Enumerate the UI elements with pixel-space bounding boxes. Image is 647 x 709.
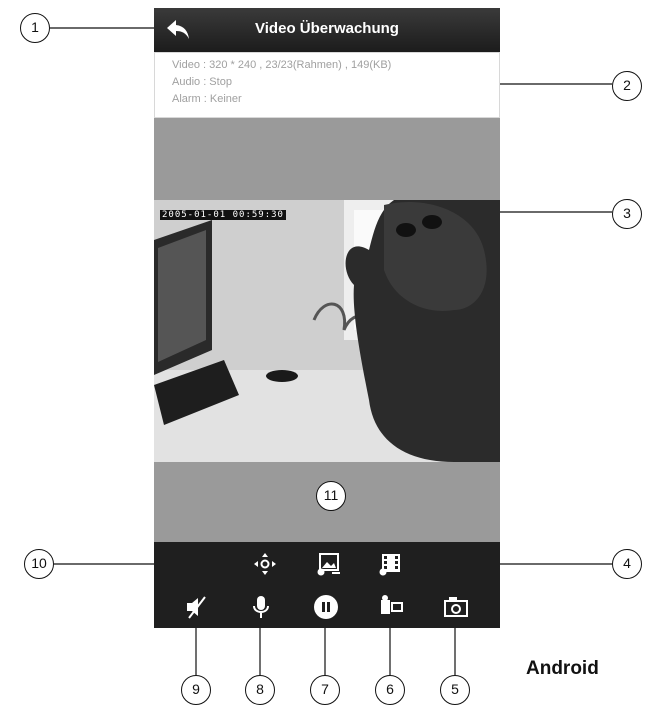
page-title: Video Überwachung — [255, 20, 399, 37]
platform-label: Android — [526, 658, 599, 679]
callout-6: 6 — [375, 675, 405, 705]
callout-8: 8 — [245, 675, 275, 705]
top-toolbar — [154, 542, 500, 587]
image-settings-icon[interactable] — [313, 549, 343, 579]
ptz-control-icon[interactable] — [250, 549, 280, 579]
callout-1: 1 — [20, 13, 50, 43]
video-settings-icon[interactable] — [376, 549, 406, 579]
pause-icon[interactable] — [311, 592, 341, 622]
mute-icon[interactable] — [181, 592, 211, 622]
callout-9: 9 — [181, 675, 211, 705]
bottom-toolbar — [154, 586, 500, 628]
microphone-icon[interactable] — [246, 592, 276, 622]
audio-info-text: Audio : Stop — [172, 76, 232, 88]
video-info-text: Video : 320 * 240 , 23/23(Rahmen) , 149(… — [172, 59, 392, 71]
video-viewer[interactable]: 2005-01-01 00:59:30 — [154, 118, 500, 542]
stream-timestamp: 2005-01-01 00:59:30 — [160, 210, 286, 220]
callout-2: 2 — [612, 71, 642, 101]
callout-7: 7 — [310, 675, 340, 705]
title-bar: Video Überwachung — [154, 8, 500, 52]
record-icon[interactable] — [376, 592, 406, 622]
camera-scene — [154, 200, 500, 462]
callout-3: 3 — [612, 199, 642, 229]
camera-feed-image[interactable]: 2005-01-01 00:59:30 — [154, 200, 500, 462]
callout-11: 11 — [316, 481, 346, 511]
callout-5: 5 — [440, 675, 470, 705]
alarm-info-text: Alarm : Keiner — [172, 93, 242, 105]
stream-info-panel: Video : 320 * 240 , 23/23(Rahmen) , 149(… — [154, 52, 500, 118]
callout-10: 10 — [24, 549, 54, 579]
callout-4: 4 — [612, 549, 642, 579]
snapshot-icon[interactable] — [441, 592, 471, 622]
app-screen: Video Überwachung Video : 320 * 240 , 23… — [154, 8, 500, 628]
